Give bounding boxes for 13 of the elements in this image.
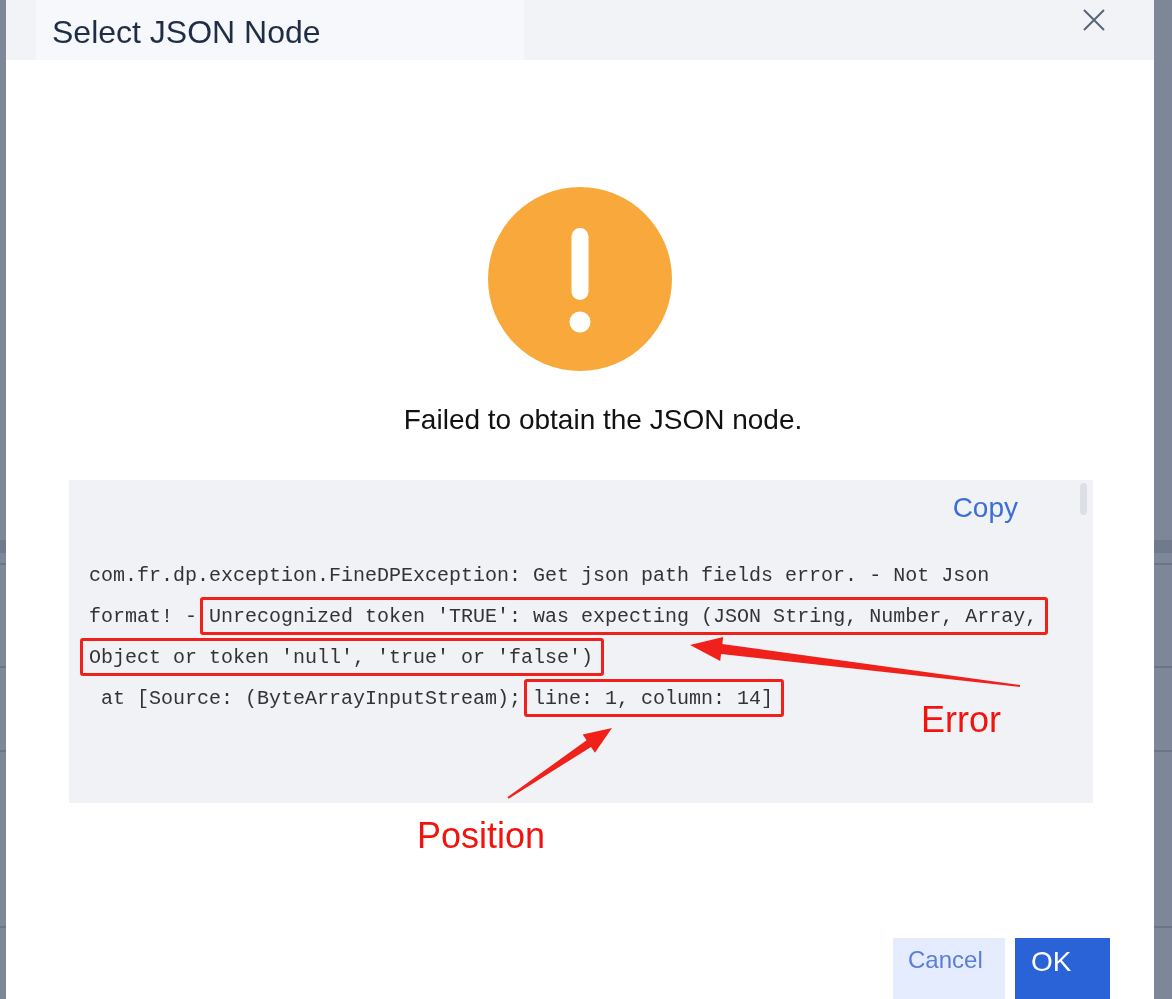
callout-label: Position bbox=[417, 816, 546, 856]
callout-label: Error bbox=[921, 700, 1001, 740]
code-line: com.fr.dp.exception.FineDPException: Get json path fields error. - Not Json bbox=[89, 563, 990, 589]
copy-link[interactable]: Copy bbox=[952, 480, 1018, 536]
ok-button[interactable]: OK bbox=[1015, 938, 1110, 999]
code-line: Object or token 'null', 'true' or 'false') bbox=[89, 645, 594, 671]
dialog-title: Select JSON Node bbox=[36, 0, 524, 60]
cancel-button[interactable]: Cancel bbox=[893, 938, 1005, 999]
code-line: at [Source: (ByteArrayInputStream); line: 1, column: 14] bbox=[100, 686, 774, 712]
error-message: Failed to obtain the JSON node. bbox=[403, 404, 803, 436]
warning-icon bbox=[488, 187, 672, 371]
code-line: format! - Unrecognized token 'TRUE': was expecting (JSON String, Number, Array, bbox=[89, 604, 1038, 630]
close-icon[interactable] bbox=[1083, 9, 1105, 31]
